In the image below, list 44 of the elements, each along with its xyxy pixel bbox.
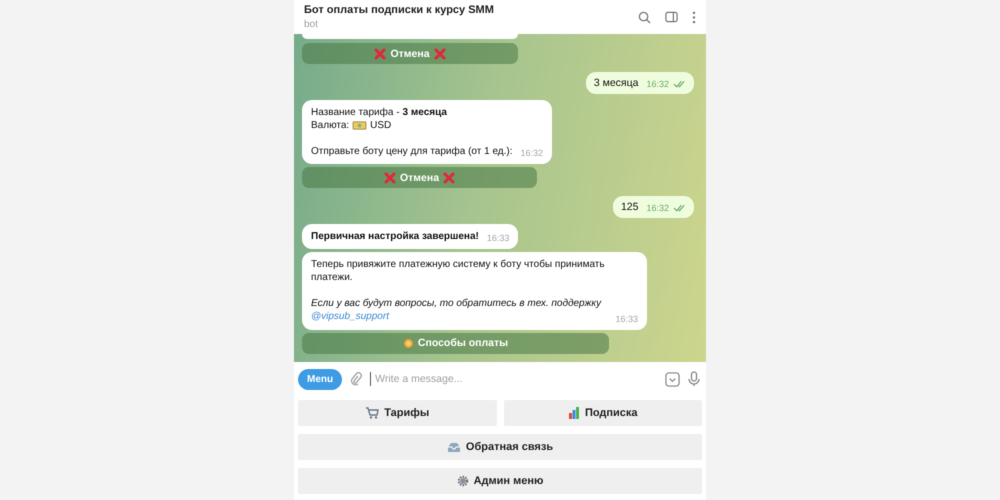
message-text: Если у вас будут вопросы, то обратитесь в тех. поддержку	[311, 297, 602, 310]
sidebar-icon[interactable]	[665, 11, 678, 23]
message-text: 3 месяца	[594, 77, 638, 90]
cancel-button[interactable]: Отмена	[302, 167, 537, 188]
keyboard-button[interactable]: Тарифы	[298, 400, 496, 426]
double-check-icon	[673, 204, 686, 212]
message-text: USD	[370, 119, 392, 132]
support-link[interactable]: @vipsub_support	[311, 310, 608, 324]
double-check-icon	[673, 80, 686, 88]
message-text: Название тарифа - 3 месяца	[311, 106, 448, 120]
message-text: 125	[620, 201, 638, 214]
message-time: 16:32	[646, 203, 686, 214]
paperclip-icon[interactable]	[350, 372, 362, 386]
cross-icon	[443, 172, 456, 184]
message-text: Теперь привяжите платежную систему к боту чтобы принимать платежи.	[311, 258, 606, 284]
more-icon[interactable]	[692, 10, 696, 24]
keyboard-button[interactable]: Админ меню	[298, 468, 702, 494]
coin-icon	[402, 338, 414, 349]
banknote-icon	[352, 120, 368, 132]
cross-icon	[434, 48, 446, 60]
keyboard-toggle-icon[interactable]	[665, 372, 680, 386]
menu-button[interactable]: Menu	[298, 368, 342, 390]
cancel-button[interactable]: Отмена	[302, 43, 518, 64]
microphone-icon[interactable]	[688, 371, 700, 387]
message-text: Первичная настройка завершена!	[311, 230, 479, 244]
keyboard-button[interactable]: Обратная связь	[298, 434, 702, 460]
search-icon[interactable]	[638, 10, 651, 24]
message-time: 16:33	[615, 314, 638, 324]
chat-title: Бот оплаты подписки к курсу SMM	[304, 4, 495, 16]
bar-chart-icon	[568, 407, 580, 419]
gear-icon	[456, 475, 469, 487]
cross-icon	[384, 172, 396, 184]
keyboard-button[interactable]: Подписка	[504, 400, 702, 426]
message-text: Отправьте боту цену для тарифа (от 1 ед.):	[311, 145, 513, 158]
inbox-tray-icon	[446, 441, 461, 453]
message-text: Валюта:	[311, 119, 350, 132]
message-time: 16:32	[646, 79, 686, 90]
message-input[interactable]: Write a message...	[370, 372, 657, 386]
message-time: 16:33	[486, 233, 510, 244]
chat-subtitle: bot	[304, 19, 319, 30]
payment-methods-button[interactable]: Способы оплаты	[302, 332, 609, 354]
cart-icon	[365, 407, 380, 419]
cross-icon	[374, 48, 386, 60]
message-time: 16:32	[520, 148, 544, 158]
